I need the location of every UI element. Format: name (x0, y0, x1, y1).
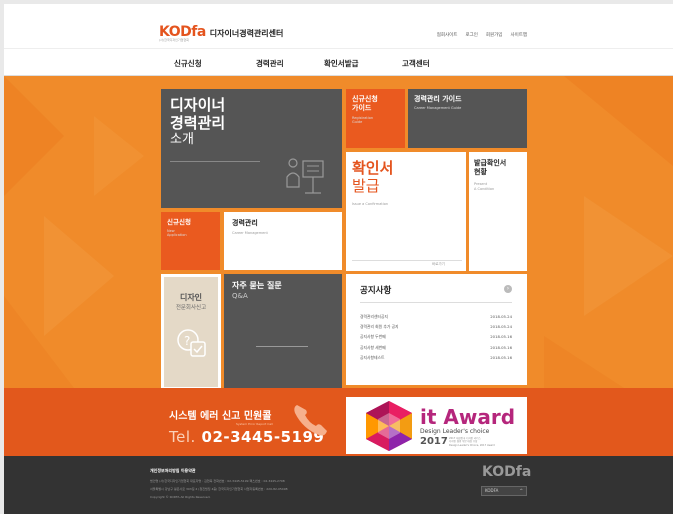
notice-row[interactable]: 공지사항 세번째 2018.05.16 (360, 345, 512, 351)
footer-copyright: Copyright © KODFA All Rights Reserved. (150, 495, 211, 499)
family-site-value: KODFA (485, 488, 499, 493)
nav-item-support[interactable]: 고객센터 (402, 58, 430, 69)
notice-row[interactable]: 경력관리 회원 추가 공지 2018.05.24 (360, 324, 512, 330)
award-title: it Award (420, 405, 516, 429)
error-call-title: 시스템 에러 신고 민원콜 (169, 411, 272, 422)
footer-company-info: 법인명 (사)한국디자인기업협회 대표자명 : 김현옥 전화번호 : 02-34… (150, 479, 285, 483)
certificate-line2: 발급 (352, 177, 380, 195)
footer-logo: KODfa (482, 464, 532, 480)
new-guide-en2: Guide (352, 120, 363, 124)
faq-title: 자주 묻는 질문 (232, 281, 282, 290)
footer-links[interactable]: 개인정보처리방침 이용약관 (150, 468, 196, 474)
nav-item-certificate[interactable]: 확인서발급 (324, 58, 359, 69)
tel-label: Tel. (169, 428, 196, 446)
notice-row-title: 공지사항 세번째 (360, 345, 386, 350)
status-line2: 현황 (474, 168, 487, 176)
notice-more-icon[interactable]: › (504, 285, 512, 293)
status-line1: 발급확인서 (474, 159, 507, 167)
intro-line2: 경력관리 (170, 114, 226, 132)
status-en2: A Condition (474, 187, 495, 191)
svg-text:?: ? (184, 334, 190, 348)
phone-icon (294, 405, 327, 436)
notice-row-title: 공지사항테스트 (360, 355, 385, 360)
notice-panel: 공지사항 › 경력관리센터공지 2018.05.24 경력관리 회원 추가 공지… (346, 274, 527, 385)
footer-address: 서울특별시 강남구 봉은사로 303길 4 (청진빌딩 4층) 한국디자인기업협… (150, 487, 288, 491)
notice-row-title: 공지사항 두번째 (360, 334, 386, 339)
main-nav: 신규신청 경력관리 확인서발급 고객센터 (4, 48, 673, 76)
design-report-line2: 전문회사신고 (175, 305, 207, 311)
tile-intro[interactable]: 디자이너 경력관리 소개 (161, 89, 342, 208)
tile-career-guide[interactable]: 경력관리 가이드 Career Management Guide (408, 89, 527, 148)
notice-row-date: 2018.05.24 (490, 314, 512, 319)
intro-divider (170, 161, 260, 162)
notice-row-title: 경력관리 회원 추가 공지 (360, 324, 399, 329)
notice-row-title: 경력관리센터공지 (360, 314, 388, 319)
faq-en: Q&A (232, 292, 248, 300)
notice-row[interactable]: 공지사항테스트 2018.05.16 (360, 355, 512, 361)
tile-apply[interactable]: 신규신청 New Application (161, 212, 220, 270)
certificate-divider (352, 260, 462, 261)
certificate-more[interactable]: 바로가기 (432, 262, 445, 267)
design-report-line1: 디자인 (179, 293, 203, 302)
notice-divider (360, 302, 512, 303)
apply-title: 신규신청 (167, 218, 191, 226)
util-link-login[interactable]: 로그인 (465, 32, 477, 38)
notice-row-date: 2018.05.24 (490, 324, 512, 329)
notice-row[interactable]: 공지사항 두번째 2018.05.16 (360, 334, 512, 340)
util-link-association[interactable]: 협회사이트 (437, 32, 458, 38)
certificate-line1: 확인서 (352, 159, 394, 177)
award-fine-line3: Design Leader's Choice, 2017 Award (449, 443, 495, 447)
chevron-up-icon: ^ (519, 488, 523, 493)
career-guide-en: Career Management Guide (414, 106, 462, 110)
tile-new-guide[interactable]: 신규신청 가이드 Registration Guide (346, 89, 405, 148)
qa-check-icon: ? (177, 329, 206, 357)
nav-item-career[interactable]: 경력관리 (256, 58, 284, 69)
notice-row[interactable]: 경력관리센터공지 2018.05.24 (360, 314, 512, 320)
footer: 개인정보처리방침 이용약관 법인명 (사)한국디자인기업협회 대표자명 : 김현… (4, 456, 673, 514)
logo-subtitle: (사)한국디자인기업협회 (159, 38, 189, 42)
notice-title: 공지사항 (360, 286, 392, 296)
faq-divider (256, 346, 308, 347)
notice-row-date: 2018.05.16 (490, 345, 512, 350)
intro-line1: 디자이너 (170, 96, 226, 114)
tile-design-report[interactable]: 디자인 전문회사신고 ? (161, 274, 221, 388)
career-title: 경력관리 (232, 219, 258, 227)
apply-en2: Application (167, 233, 187, 237)
notice-row-date: 2018.05.16 (490, 334, 512, 339)
award-subtitle: Design Leader's choice (420, 428, 490, 435)
tile-faq[interactable]: 자주 묻는 질문 Q&A (224, 274, 342, 388)
new-guide-line1: 신규신청 (352, 95, 378, 103)
top-bar: KODfa 디자이너경력관리센터 (사)한국디자인기업협회 협회사이트 로그인 … (4, 4, 673, 48)
award-hexagon-logo (366, 401, 412, 451)
site-title: 디자이너경력관리센터 (209, 29, 284, 38)
certificate-en: Issue a Confirmation (352, 202, 389, 206)
new-guide-line2: 가이드 (352, 104, 372, 112)
error-report-band (4, 388, 673, 456)
presenter-icon (286, 158, 324, 194)
util-link-signup[interactable]: 회원가입 (486, 32, 503, 38)
nav-item-new[interactable]: 신규신청 (174, 58, 202, 69)
page-frame: KODfa 디자이너경력관리센터 (사)한국디자인기업협회 협회사이트 로그인 … (4, 4, 673, 514)
it-award-banner[interactable]: it Award Design Leader's choice 2017 201… (346, 397, 527, 454)
error-call-subtitle: System Error Report Call (236, 422, 273, 426)
tile-certificate[interactable]: 확인서 발급 Issue a Confirmation 바로가기 (346, 152, 466, 271)
tile-status[interactable]: 발급확인서 현황 Present A Condition (469, 152, 527, 271)
status-en1: Present (474, 182, 488, 186)
tile-career[interactable]: 경력관리 Career Management (224, 212, 342, 270)
career-guide-title: 경력관리 가이드 (414, 95, 462, 103)
utility-links: 협회사이트 로그인 회원가입 사이트맵 (437, 32, 527, 38)
notice-row-date: 2018.05.16 (490, 355, 512, 360)
career-en: Career Management (232, 231, 268, 235)
intro-line3: 소개 (170, 132, 194, 147)
util-link-sitemap[interactable]: 사이트맵 (510, 32, 527, 38)
award-fine-print: 2017 대한민국 디자인 리더스 디자인 경영 부문 대상 수상 Design… (449, 437, 509, 447)
award-year: 2017 (420, 436, 448, 447)
main-area: 디자이너 경력관리 소개 신규신청 가이드 Registration Guide… (4, 76, 673, 388)
family-site-select[interactable]: KODFA ^ (481, 486, 527, 496)
